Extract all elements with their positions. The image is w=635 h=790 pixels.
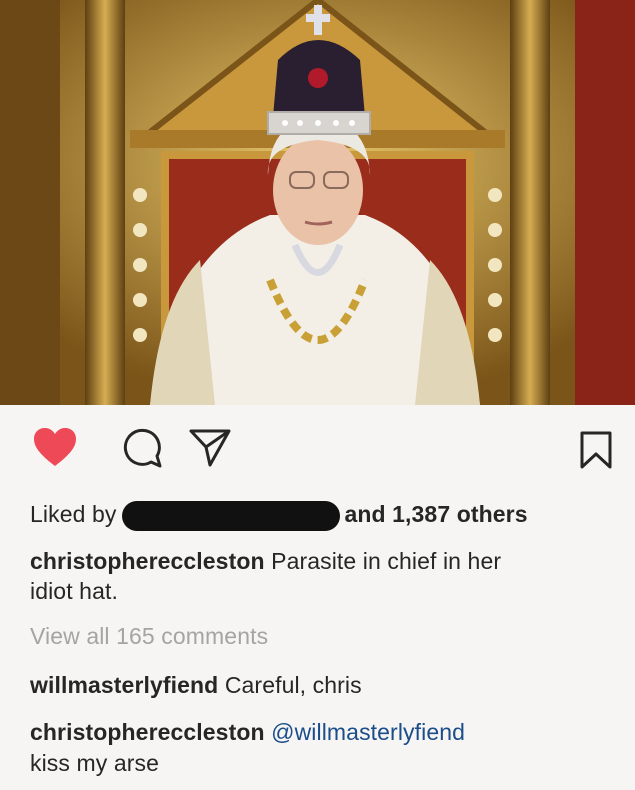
comment: willmasterlyfiend Careful, chris [30, 670, 362, 700]
caption: christophereccleston Parasite in chief i… [30, 546, 501, 576]
comment-continued: kiss my arse [30, 748, 159, 778]
comment-username[interactable]: willmasterlyfiend [30, 672, 218, 698]
comment-text: kiss my arse [30, 750, 159, 776]
likes-prefix: Liked by [30, 501, 117, 527]
post-action-bar [0, 418, 635, 482]
view-all-comments-link[interactable]: View all 165 comments [30, 621, 268, 651]
bookmark-icon[interactable] [578, 430, 614, 470]
redacted-username [122, 500, 341, 531]
caption-username[interactable]: christophereccleston [30, 548, 265, 574]
caption-continued: idiot hat. [30, 576, 118, 606]
comment-username[interactable]: christophereccleston [30, 719, 265, 745]
post-image[interactable] [0, 0, 635, 405]
likes-count[interactable]: and 1,387 others [344, 501, 527, 527]
comment-icon[interactable] [120, 426, 164, 470]
comment-mention[interactable]: @willmasterlyfiend [271, 719, 465, 745]
caption-text: Parasite in chief in her [271, 548, 502, 574]
likes-row: Liked by and 1,387 others [30, 499, 528, 531]
comment-text: Careful, chris [224, 672, 362, 698]
heart-icon[interactable] [32, 426, 78, 468]
comment: christophereccleston @willmasterlyfiend [30, 717, 465, 747]
share-icon[interactable] [188, 428, 232, 468]
post-photo-illustration [0, 0, 635, 405]
caption-text-continued: idiot hat. [30, 578, 118, 604]
